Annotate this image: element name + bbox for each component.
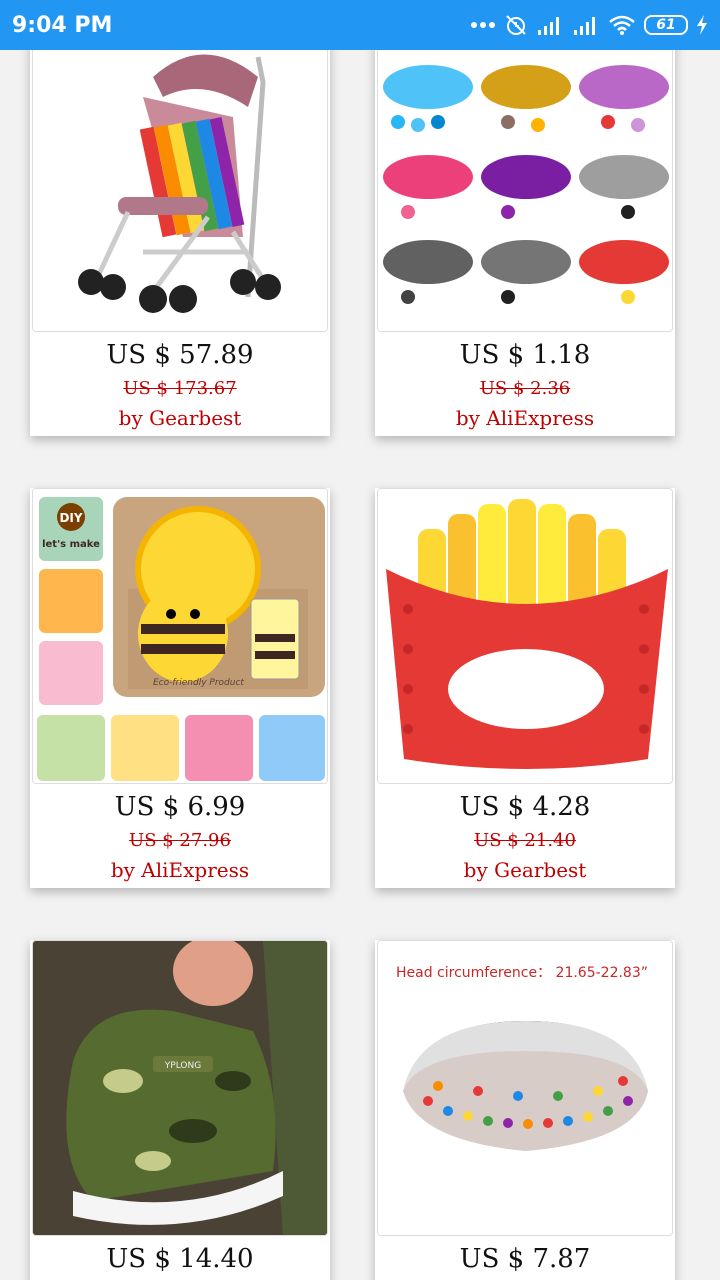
image-text: YPLONG (164, 1061, 201, 1071)
fries-teether-image[interactable] (377, 488, 673, 784)
product-price: US $ 7.87 (459, 1244, 591, 1274)
beaded-headband-image[interactable]: Head circumference： 21.65-22.83” (377, 940, 673, 1236)
product-price: US $ 6.99 (114, 792, 246, 822)
product-card[interactable]: US $ 57.89 US $ 173.67 by Gearbest (30, 50, 330, 436)
product-vendor[interactable]: by AliExpress (375, 406, 675, 430)
image-text: DIY (59, 511, 82, 525)
alarm-off-icon (504, 13, 528, 37)
battery-icon: 61 (644, 15, 688, 35)
product-price: US $ 14.40 (106, 1244, 254, 1274)
wifi-icon (608, 14, 636, 36)
product-old-price: US $ 21.40 (474, 830, 576, 851)
camo-sneakers-image[interactable]: YPLONG (32, 940, 328, 1236)
charging-icon (696, 14, 708, 36)
product-old-price: US $ 2.36 (479, 378, 571, 399)
product-card[interactable]: DIY let's make Eco-friendly Product US $… (30, 488, 330, 888)
battery-level: 61 (656, 17, 676, 33)
image-text: Head circumference： 21.65-22.83” (396, 965, 648, 981)
status-icons: 61 (470, 13, 708, 37)
product-card[interactable]: US $ 1.18 US $ 2.36 by AliExpress (375, 50, 675, 436)
product-price: US $ 4.28 (459, 792, 591, 822)
image-text: Eco-friendly Product (153, 678, 244, 688)
product-price: US $ 1.18 (459, 340, 591, 370)
product-vendor[interactable]: by Gearbest (30, 406, 330, 430)
stroller-image[interactable] (32, 50, 328, 332)
product-old-price: US $ 27.96 (129, 830, 231, 851)
signal-icon (536, 14, 564, 36)
product-card[interactable]: YPLONG US $ 14.40 (30, 940, 330, 1280)
product-feed[interactable]: US $ 57.89 US $ 173.67 by Gearbest US $ (0, 50, 720, 1280)
product-old-price: US $ 173.67 (123, 378, 237, 399)
signal-icon (572, 14, 600, 36)
product-card[interactable]: Head circumference： 21.65-22.83” US $ 7.… (375, 940, 675, 1280)
image-text: let's make (42, 539, 100, 550)
product-card[interactable]: US $ 4.28 US $ 21.40 by Gearbest (375, 488, 675, 888)
status-time: 9:04 PM (12, 12, 113, 38)
more-dots-icon (470, 21, 496, 29)
status-bar: 9:04 PM 61 (0, 0, 720, 50)
product-vendor[interactable]: by Gearbest (375, 858, 675, 882)
kids-tableware-set-image[interactable]: DIY let's make Eco-friendly Product (32, 488, 328, 784)
product-vendor[interactable]: by AliExpress (30, 858, 330, 882)
product-price: US $ 57.89 (106, 340, 254, 370)
silicone-beads-image[interactable] (377, 50, 673, 332)
